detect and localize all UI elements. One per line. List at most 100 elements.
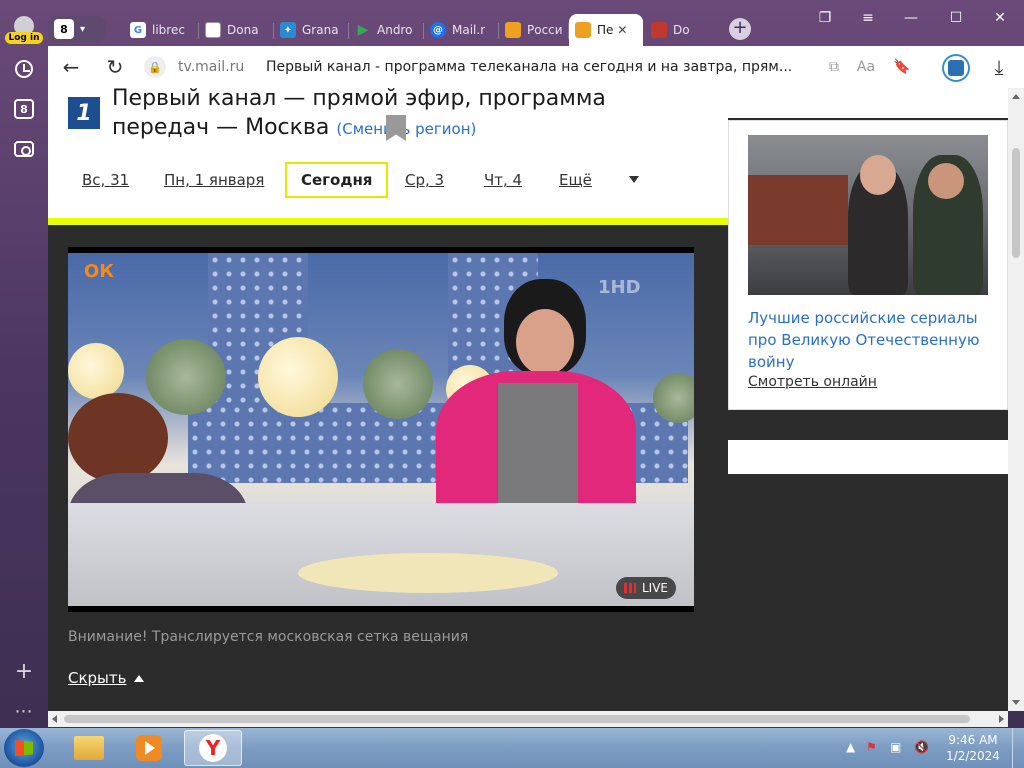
tab-label: Mail.r (452, 23, 486, 37)
reload-button[interactable]: ↻ (102, 54, 128, 80)
taskbar-yandex-browser[interactable]: Y (184, 730, 242, 766)
close-window-button[interactable]: ✕ (985, 6, 1015, 30)
tab-label: Andro (377, 23, 413, 37)
maximize-button[interactable]: ☐ (941, 6, 971, 30)
url-domain[interactable]: tv.mail.ru (178, 59, 244, 75)
bookmark-icon[interactable]: 🔖 (892, 57, 912, 77)
scroll-thumb[interactable] (1012, 148, 1020, 258)
scroll-right-icon[interactable] (999, 715, 1004, 723)
clock-date: 1/2/2024 (946, 749, 1000, 763)
yandex-icon: Y (199, 734, 227, 762)
tray-network-icon[interactable]: ▣ (890, 740, 901, 754)
promo-title[interactable]: Лучшие российские сериалы про Великую От… (748, 307, 993, 373)
taskbar-file-explorer[interactable] (60, 730, 118, 766)
address-page-title[interactable]: Первый канал - программа телеканала на с… (266, 59, 811, 75)
day-tab-thu[interactable]: Чт, 4 (470, 162, 536, 198)
back-button[interactable]: ← (58, 54, 84, 80)
start-button[interactable] (4, 729, 44, 767)
sidebar-add-button[interactable]: + (9, 656, 39, 686)
document-icon (205, 22, 221, 38)
live-badge: LIVE (616, 577, 677, 599)
scroll-up-icon[interactable] (1012, 94, 1020, 99)
day-tab-today[interactable]: Сегодня (285, 162, 389, 198)
collections-button[interactable]: ❐ (810, 6, 840, 30)
extension-icon[interactable] (942, 54, 970, 82)
sidebar-more-button[interactable]: ⋯ (9, 696, 39, 726)
grana-icon: ✦ (280, 22, 296, 38)
promo-building (748, 175, 848, 245)
google-icon: G (130, 22, 146, 38)
hide-player-link[interactable]: Скрыть (68, 669, 126, 687)
screenshot-button[interactable] (9, 134, 39, 164)
tab-count-button[interactable]: 8 ▾ (48, 16, 106, 42)
taskbar-clock[interactable]: 9:46 AM 1/2/2024 (936, 732, 1010, 764)
vertical-scrollbar[interactable] (1008, 88, 1024, 711)
tab-dona[interactable]: Dona (199, 14, 274, 46)
promo-card-secondary (728, 440, 1008, 474)
clock-icon (15, 60, 33, 78)
caret-down-icon[interactable] (629, 176, 639, 183)
windows-taskbar: Y ▲ ⚑ ▣ 🔇 9:46 AM 1/2/2024 (0, 728, 1024, 768)
tab-android[interactable]: ▶ Andro (349, 14, 424, 46)
copy-icon[interactable]: ⧉ (824, 57, 844, 77)
promo-face (860, 155, 896, 195)
caret-up-icon[interactable] (134, 675, 144, 682)
login-badge[interactable]: Log in (5, 32, 43, 44)
promo-soldier-face (928, 163, 964, 199)
mail-icon: @ (430, 22, 446, 38)
taskbar-media-player[interactable] (120, 730, 178, 766)
extension-inner-icon (948, 60, 964, 76)
side-top-strip (728, 88, 1008, 118)
minimize-button[interactable]: — (896, 6, 926, 30)
close-tab-icon[interactable]: ✕ (617, 23, 627, 37)
promo-image[interactable] (748, 135, 988, 295)
day-tab-wed[interactable]: Ср, 3 (391, 162, 458, 198)
day-tab-sun[interactable]: Вс, 31 (68, 162, 143, 198)
tab-do[interactable]: Do (645, 14, 715, 46)
horizontal-scrollbar[interactable] (48, 711, 1008, 727)
media-player-icon (136, 735, 162, 761)
tray-flag-icon[interactable]: ⚑ (866, 740, 877, 754)
translate-icon[interactable]: Aa (856, 57, 876, 77)
menu-button[interactable]: ≡ (853, 6, 883, 30)
day-tab-more[interactable]: Ещё (545, 162, 606, 198)
tab-rossiya[interactable]: Росси (499, 14, 569, 46)
day-tabs: Вс, 31 Пн, 1 января Сегодня Ср, 3 Чт, 4 … (68, 162, 708, 198)
presenter-apron (498, 383, 578, 513)
watch-online-link[interactable]: Смотреть онлайн (748, 374, 877, 390)
tab-label: Do (673, 23, 690, 37)
profile-avatar[interactable]: Log in (5, 10, 43, 44)
live-label: LIVE (642, 581, 669, 595)
address-toolbar: ← ↻ 🔒 tv.mail.ru Первый канал - программ… (48, 46, 1024, 88)
show-desktop-button[interactable] (1012, 728, 1024, 768)
scroll-down-icon[interactable] (1012, 700, 1020, 705)
tab-mail[interactable]: @ Mail.r (424, 14, 499, 46)
promo-card[interactable]: Лучшие российские сериалы про Великую От… (728, 120, 1008, 410)
tab-grana[interactable]: ✦ Grana (274, 14, 349, 46)
studio-plant (363, 349, 433, 419)
shield-icon (651, 22, 667, 38)
tray-volume-icon[interactable]: 🔇 (914, 740, 929, 754)
sidebar-eight-button[interactable]: 8 (9, 94, 39, 124)
browser-sidebar: Log in 8 + ⋯ (0, 0, 48, 728)
tab-label: Росси (527, 23, 563, 37)
video-frame[interactable]: ОК 1HD LIVE (68, 253, 694, 606)
change-region-link[interactable]: (Сменить регион) (336, 120, 476, 138)
tab-pervy-active[interactable]: Пе ✕ (569, 14, 643, 46)
presenter-face (516, 309, 574, 375)
video-player[interactable]: ОК 1HD LIVE (68, 247, 694, 612)
new-tab-button[interactable]: + (729, 18, 751, 40)
lock-icon[interactable]: 🔒 (144, 56, 166, 78)
accent-bar (48, 218, 728, 225)
history-button[interactable] (9, 54, 39, 84)
scroll-left-icon[interactable] (52, 715, 57, 723)
ok-logo: ОК (84, 261, 115, 282)
day-tab-mon[interactable]: Пн, 1 января (150, 162, 278, 198)
tab-strip: 8 ▾ G librec Dona ✦ Grana ▶ Andro @ Mail… (48, 0, 1024, 46)
tab-librec[interactable]: G librec (124, 14, 199, 46)
scroll-thumb-horizontal[interactable] (64, 715, 970, 723)
tray-expand-icon[interactable]: ▲ (846, 740, 855, 754)
tab-label: librec (152, 23, 185, 37)
download-button[interactable]: ⤓ (986, 54, 1012, 80)
guest-hair (68, 393, 168, 483)
